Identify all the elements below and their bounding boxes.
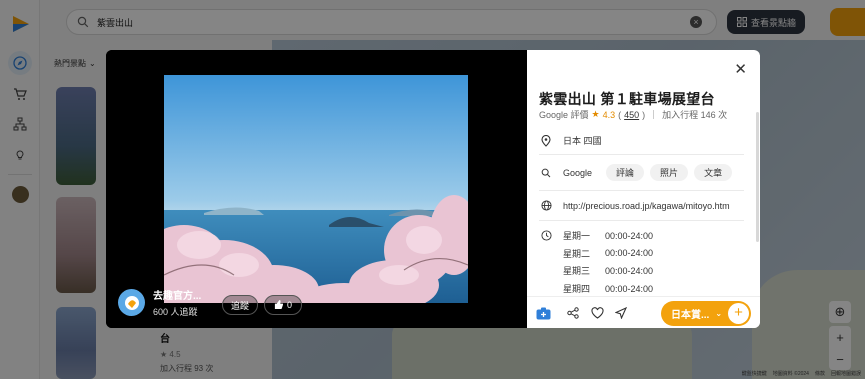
chevron-down-icon[interactable]: ⌄ [715, 309, 722, 318]
hours-row-item: 星期四 00:00-24:00 [563, 280, 653, 298]
hours-row-item: 星期二 00:00-24:00 [563, 245, 653, 263]
author-name: 去趣官方... [153, 291, 202, 302]
close-icon[interactable]: ✕ [734, 62, 747, 77]
website-row: http://precious.road.jp/kagawa/mitoyo.ht… [539, 200, 730, 211]
hours-time: 00:00-24:00 [605, 230, 654, 241]
place-info-panel: ✕ 紫雲出山 第１駐車場展望台 Google 評價 ★ 4.3 ( 450 ) … [527, 50, 760, 328]
rating-count-link[interactable]: 450 [624, 110, 639, 120]
hours-day: 星期四 [563, 284, 591, 295]
navigate-icon[interactable] [613, 305, 629, 321]
heart-icon[interactable] [589, 305, 605, 321]
section-divider [539, 154, 744, 155]
rating-value: 4.3 [602, 109, 616, 120]
share-icon[interactable] [565, 305, 581, 321]
place-rating-row: Google 評價 ★ 4.3 ( 450 ) 加入行程 146 次 [539, 108, 727, 121]
trip-name-label: 日本賞... [671, 310, 710, 321]
added-to-trip-count: 加入行程 146 次 [662, 110, 728, 120]
author-avatar [118, 289, 145, 316]
opening-hours: 星期一 00:00-24:00 星期二 00:00-24:00 星期三 00:00-2… [563, 227, 653, 297]
location-pin-icon [539, 134, 553, 147]
thumbs-up-icon [274, 299, 284, 311]
reviews-chip[interactable]: 評論 [606, 164, 645, 181]
follow-label: 追蹤 [230, 300, 249, 311]
add-to-trip-button[interactable]: 日本賞... ⌄ + [661, 301, 751, 326]
photos-chip[interactable]: 照片 [650, 164, 689, 181]
place-detail-modal: 去趣官方... 600 人追蹤 追蹤 0 ✕ 紫雲出山 第１駐車場展望台 Goo… [106, 50, 760, 328]
follow-button[interactable]: 追蹤 [222, 295, 258, 315]
section-divider [539, 220, 744, 221]
hours-day: 星期三 [563, 266, 591, 277]
like-count: 0 [286, 300, 292, 310]
place-title: 紫雲出山 第１駐車場展望台 [539, 91, 715, 107]
add-photo-icon[interactable] [535, 305, 551, 321]
panel-scrollbar[interactable] [756, 112, 759, 242]
hours-row-item: 星期一 00:00-24:00 [563, 227, 653, 245]
rating-count-close: ) [642, 109, 646, 120]
hours-row-item: 星期三 00:00-24:00 [563, 262, 653, 280]
hours-time: 00:00-24:00 [605, 265, 654, 276]
rating-divider [653, 110, 655, 119]
search-icon [539, 168, 553, 178]
hours-day: 星期二 [563, 248, 591, 259]
photo-viewer: 去趣官方... 600 人追蹤 追蹤 0 [106, 50, 527, 328]
author-followers: 600 人追蹤 [153, 307, 198, 317]
region-row: 日本 四國 [539, 134, 602, 147]
plus-icon[interactable]: + [728, 303, 749, 324]
hours-day: 星期一 [563, 231, 591, 242]
section-divider [539, 190, 744, 191]
hours-row [539, 230, 563, 241]
rating-count-open: ( [618, 109, 622, 120]
globe-icon [539, 200, 553, 211]
hours-time: 00:00-24:00 [605, 248, 654, 259]
rating-source: Google 評價 [539, 110, 589, 120]
articles-chip[interactable]: 文章 [694, 164, 733, 181]
clock-icon [539, 230, 553, 241]
search-links-row: Google 評論 照片 文章 [539, 164, 733, 181]
photo-author[interactable]: 去趣官方... 600 人追蹤 [118, 287, 201, 318]
star-icon: ★ [591, 109, 600, 119]
action-bar: 日本賞... ⌄ + [527, 296, 760, 328]
region-label: 日本 四國 [563, 136, 602, 146]
place-photo[interactable] [164, 75, 468, 303]
hours-time: 00:00-24:00 [605, 283, 654, 294]
like-button[interactable]: 0 [264, 295, 302, 315]
google-search-link[interactable]: Google [563, 168, 592, 178]
website-link[interactable]: http://precious.road.jp/kagawa/mitoyo.ht… [563, 201, 730, 211]
